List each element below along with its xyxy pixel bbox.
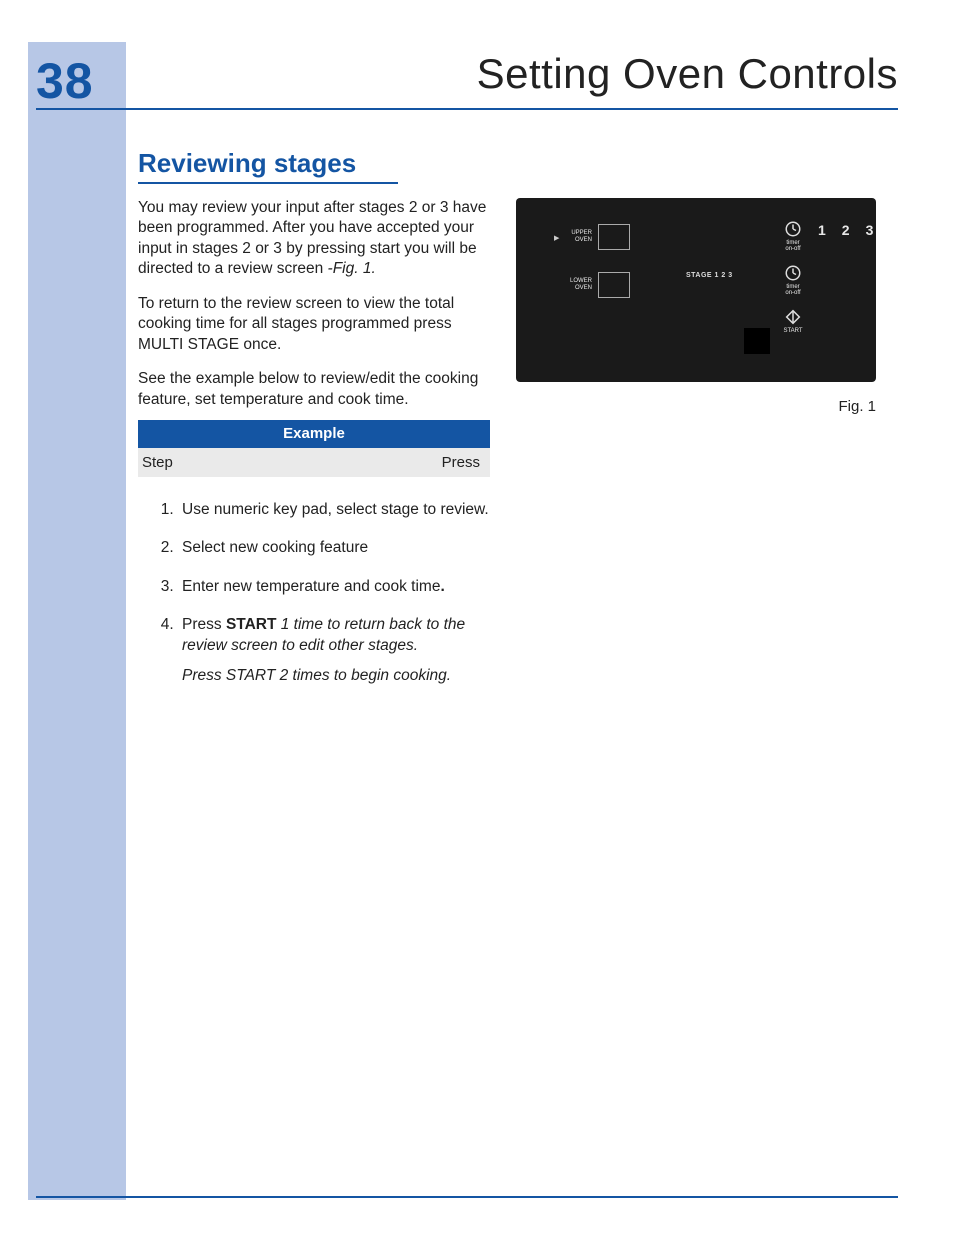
timer-label-1: timer on-off <box>776 240 810 252</box>
paragraph-3: See the example below to review/edit the… <box>138 369 490 410</box>
start-diamond-icon <box>784 308 802 326</box>
upper-oven-row: UPPER OVEN <box>564 224 630 250</box>
paragraph-2: To return to the review screen to view t… <box>138 294 490 355</box>
example-col-step: Step <box>142 454 173 471</box>
example-col-press: Press <box>442 454 480 471</box>
section-underline <box>138 182 398 184</box>
lower-oven-box <box>598 272 630 298</box>
stage-indicator: STAGE 1 2 3 <box>686 272 733 279</box>
timer-icon-block-1: timer on-off <box>776 220 810 252</box>
step-4-prefix: Press <box>182 616 226 633</box>
step-4-start-word: START <box>226 616 277 633</box>
page-bottom-rule <box>36 1196 898 1198</box>
step-3-text: Enter new temperature and cook time <box>182 578 440 595</box>
panel-icon-column: timer on-off timer on-off START <box>776 220 810 346</box>
step-3: Enter new temperature and cook time. <box>178 577 490 597</box>
clock-icon <box>784 264 802 282</box>
start-highlight-box <box>744 328 770 354</box>
body-text-block: You may review your input after stages 2… <box>138 198 490 424</box>
start-label: START <box>776 328 810 334</box>
document-title: Setting Oven Controls <box>477 50 898 98</box>
figure-caption: Fig. 1 <box>516 398 876 415</box>
steps-list: Use numeric key pad, select stage to rev… <box>138 500 490 705</box>
oven-selectors: ▶ UPPER OVEN LOWER OVEN <box>564 224 630 320</box>
paragraph-1: You may review your input after stages 2… <box>138 198 490 280</box>
page-sidebar <box>28 42 126 1200</box>
step-4: Press START 1 time to return back to the… <box>178 615 490 686</box>
page-number: 38 <box>36 52 94 110</box>
title-underline <box>36 108 898 110</box>
step-4-line2: Press START 2 times to begin cooking. <box>182 667 451 684</box>
oven-control-panel-figure: ▶ UPPER OVEN LOWER OVEN STAGE 1 2 3 time… <box>516 198 876 382</box>
section-heading: Reviewing stages <box>138 148 356 179</box>
start-icon-block: START <box>776 308 810 334</box>
caret-icon: ▶ <box>554 234 559 242</box>
figure-reference: -Fig. 1. <box>328 260 376 277</box>
digit-2: 2 <box>842 222 850 238</box>
timer-icon-block-2: timer on-off <box>776 264 810 296</box>
step-2: Select new cooking feature <box>178 538 490 558</box>
example-header: Example <box>138 420 490 448</box>
step-3-period: . <box>440 578 444 595</box>
paragraph-1-text: You may review your input after stages 2… <box>138 199 486 277</box>
digit-3: 3 <box>866 222 874 238</box>
lower-oven-label: LOWER OVEN <box>564 278 592 291</box>
upper-oven-box <box>598 224 630 250</box>
example-table: Example Step Press <box>138 420 490 477</box>
clock-icon <box>784 220 802 238</box>
example-column-row: Step Press <box>138 448 490 477</box>
digit-1: 1 <box>818 222 826 238</box>
keypad-digits: 1 2 3 <box>818 222 873 238</box>
step-1: Use numeric key pad, select stage to rev… <box>178 500 490 520</box>
lower-oven-row: LOWER OVEN <box>564 272 630 298</box>
timer-label-2: timer on-off <box>776 284 810 296</box>
upper-oven-label: UPPER OVEN <box>564 230 592 243</box>
